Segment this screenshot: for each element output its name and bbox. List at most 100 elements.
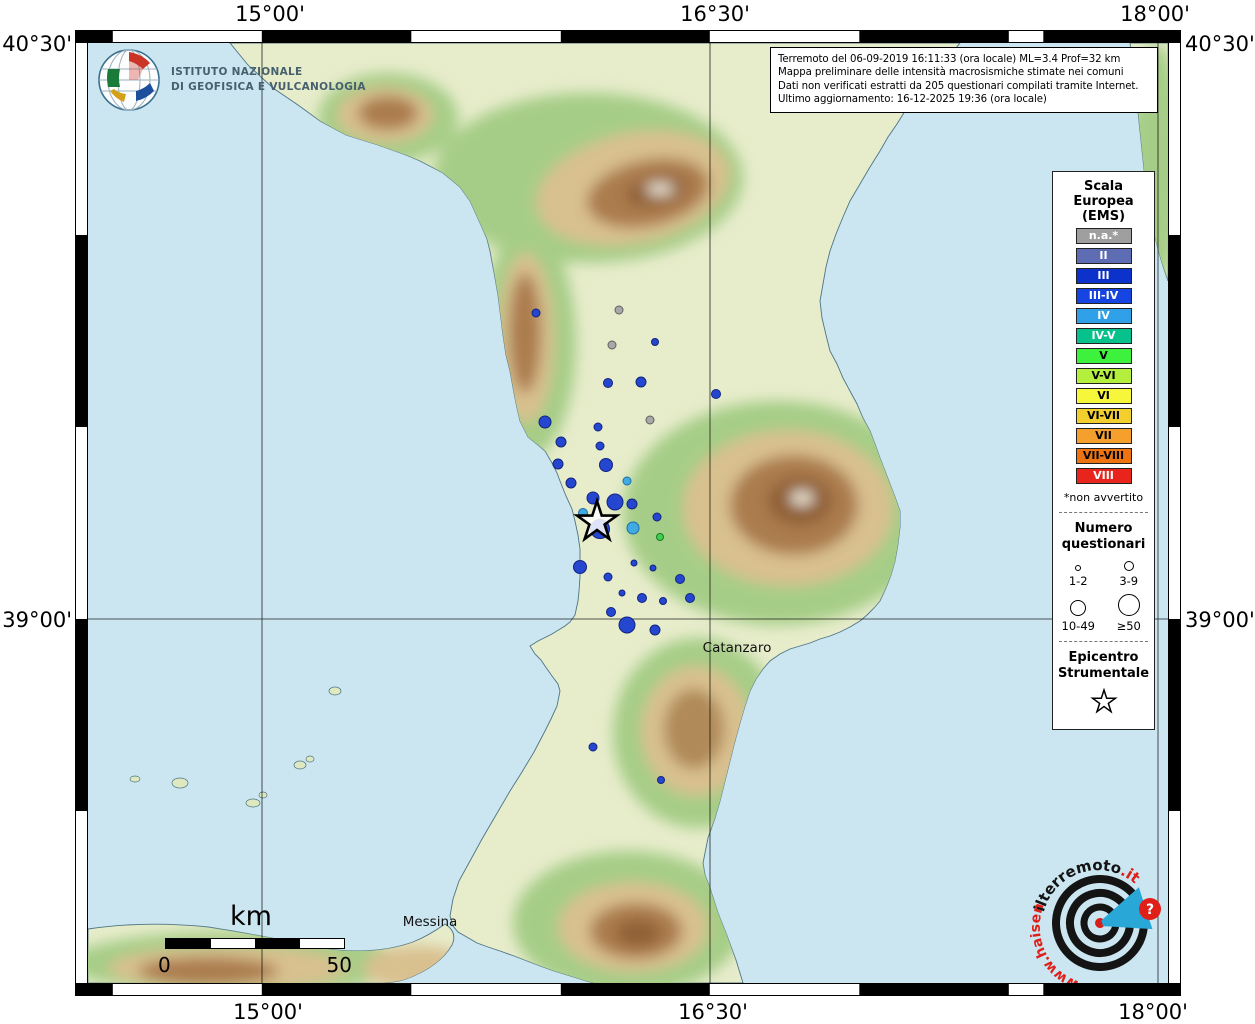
scale-bar: km 0 50 <box>158 901 358 977</box>
size-class-3-9: 3-9 <box>1104 561 1155 588</box>
ems-swatch-iv: IV <box>1076 308 1132 324</box>
intensity-marker <box>574 561 587 574</box>
intensity-marker <box>607 608 616 617</box>
intensity-marker <box>553 459 563 469</box>
intensity-marker <box>676 575 685 584</box>
intensity-marker <box>589 743 597 751</box>
intensity-marker <box>607 494 623 510</box>
intensity-marker <box>615 306 623 314</box>
scale-unit-label: km <box>165 901 337 932</box>
ems-swatch-iiiiv: III-IV <box>1076 288 1132 304</box>
ems-scale-swatches: n.a.*IIIIIIII-IVIVIV-VVV-VIVIVI-VIIVIIVI… <box>1053 228 1154 484</box>
size-class-label: 10-49 <box>1062 619 1095 633</box>
lon-label-top-16-30: 16°30' <box>665 2 765 26</box>
scale-bar-segments <box>165 938 345 949</box>
intensity-marker <box>623 477 631 485</box>
map-neatline-frame: ISTITUTO NAZIONALE DI GEOFISICA E VULCAN… <box>75 30 1181 996</box>
ems-swatch-vvi: V-VI <box>1076 368 1132 384</box>
lat-label-right-39: 39°00' <box>1185 608 1255 632</box>
event-info-line1: Terremoto del 06-09-2019 16:11:33 (ora l… <box>778 53 1150 66</box>
macroseismic-map-page: 15°00' 16°30' 18°00' 15°00' 16°30' 18°00… <box>0 0 1255 1024</box>
ingv-logo: ISTITUTO NAZIONALE DI GEOFISICA E VULCAN… <box>96 47 366 113</box>
intensity-marker <box>653 513 661 521</box>
intensity-marker <box>650 565 656 571</box>
size-class-10-49: 10-49 <box>1053 594 1104 633</box>
questionnaires-title-line2: questionari <box>1053 537 1154 553</box>
ems-swatch-vii: VII <box>1076 428 1132 444</box>
lat-label-left-39: 39°00' <box>0 608 72 632</box>
event-info-line3: Dati non verificati estratti da 205 ques… <box>778 80 1150 93</box>
neatline-bottom <box>88 983 1168 995</box>
intensity-marker <box>556 437 566 447</box>
size-class-label: ≥50 <box>1117 619 1141 633</box>
intensity-marker <box>619 617 635 633</box>
question-mark: ? <box>1146 902 1154 918</box>
intensity-marker <box>652 339 659 346</box>
event-info-box: Terremoto del 06-09-2019 16:11:33 (ora l… <box>770 47 1158 113</box>
size-class-circle-icon <box>1118 594 1140 616</box>
intensity-marker <box>608 341 616 349</box>
ems-swatch-iii: III <box>1076 268 1132 284</box>
city-label-messina: Messina <box>403 914 458 930</box>
intensity-marker <box>600 459 613 472</box>
ems-swatch-ii: II <box>1076 248 1132 264</box>
ems-swatch-v: V <box>1076 348 1132 364</box>
scale-tick-start: 0 <box>158 953 171 977</box>
scale-tick-end: 50 <box>327 953 352 977</box>
intensity-marker <box>604 573 612 581</box>
ems-swatch-viii: VIII <box>1076 468 1132 484</box>
intensity-marker <box>636 377 646 387</box>
legend-footnote: *non avvertito <box>1053 491 1154 504</box>
intensity-marker <box>631 560 637 566</box>
legend-panel: Scala Europea (EMS) n.a.*IIIIIIII-IVIVIV… <box>1052 171 1155 730</box>
legend-title-line1: Scala <box>1053 179 1154 194</box>
legend-title-line3: (EMS) <box>1053 209 1154 224</box>
size-class-circle-icon <box>1124 561 1134 571</box>
intensity-marker <box>532 309 540 317</box>
questionnaires-title-line1: Numero <box>1053 521 1154 537</box>
size-class-label: 3-9 <box>1119 574 1138 588</box>
intensity-marker <box>638 594 647 603</box>
intensity-marker <box>627 522 639 534</box>
lat-label-right-40-30: 40°30' <box>1185 32 1255 56</box>
intensity-marker <box>604 379 613 388</box>
intensity-marker <box>657 534 664 541</box>
intensity-marker <box>596 442 604 450</box>
map-canvas: ISTITUTO NAZIONALE DI GEOFISICA E VULCAN… <box>88 43 1168 983</box>
intensity-marker <box>594 423 602 431</box>
epicenter-title-line2: Strumentale <box>1053 666 1154 682</box>
ems-swatch-vi: VI <box>1076 388 1132 404</box>
legend-title-line2: Europea <box>1053 194 1154 209</box>
ems-swatch-na: n.a.* <box>1076 228 1132 244</box>
intensity-marker <box>566 478 576 488</box>
intensity-marker <box>660 598 667 605</box>
lon-label-bottom-16-30: 16°30' <box>663 1000 763 1024</box>
intensity-marker <box>539 416 551 428</box>
size-class-1-2: 1-2 <box>1053 561 1104 588</box>
size-class-circle-icon <box>1070 600 1086 616</box>
lon-label-top-18: 18°00' <box>1105 2 1205 26</box>
legend-divider <box>1059 512 1148 513</box>
terrain-basemap <box>88 43 1168 983</box>
ems-swatch-vivii: VI-VII <box>1076 408 1132 424</box>
questionnaire-size-classes: 1-2 3-9 10-49 ≥50 <box>1053 561 1154 633</box>
size-class-≥50: ≥50 <box>1104 594 1155 633</box>
lon-label-bottom-15: 15°00' <box>218 1000 318 1024</box>
ingv-name-line2: DI GEOFISICA E VULCANOLOGIA <box>171 80 366 95</box>
haisentito-logo: ? ilterremoto.it www.haisentito <box>1030 851 1168 983</box>
ingv-globe-icon <box>96 47 162 113</box>
event-info-line4: Ultimo aggiornamento: 16-12-2025 19:36 (… <box>778 93 1150 106</box>
intensity-marker <box>650 625 660 635</box>
event-info-line2: Mappa preliminare delle intensità macros… <box>778 66 1150 79</box>
intensity-marker <box>627 499 637 509</box>
legend-divider-2 <box>1059 641 1148 642</box>
city-label-catanzaro: Catanzaro <box>703 640 772 656</box>
ems-swatch-viiviii: VII-VIII <box>1076 448 1132 464</box>
intensity-marker <box>619 590 625 596</box>
intensity-marker <box>658 777 665 784</box>
intensity-marker <box>646 416 654 424</box>
lon-label-top-15: 15°00' <box>220 2 320 26</box>
intensity-marker <box>712 390 721 399</box>
lat-label-left-40-30: 40°30' <box>0 32 72 56</box>
neatline-right <box>1168 43 1180 983</box>
